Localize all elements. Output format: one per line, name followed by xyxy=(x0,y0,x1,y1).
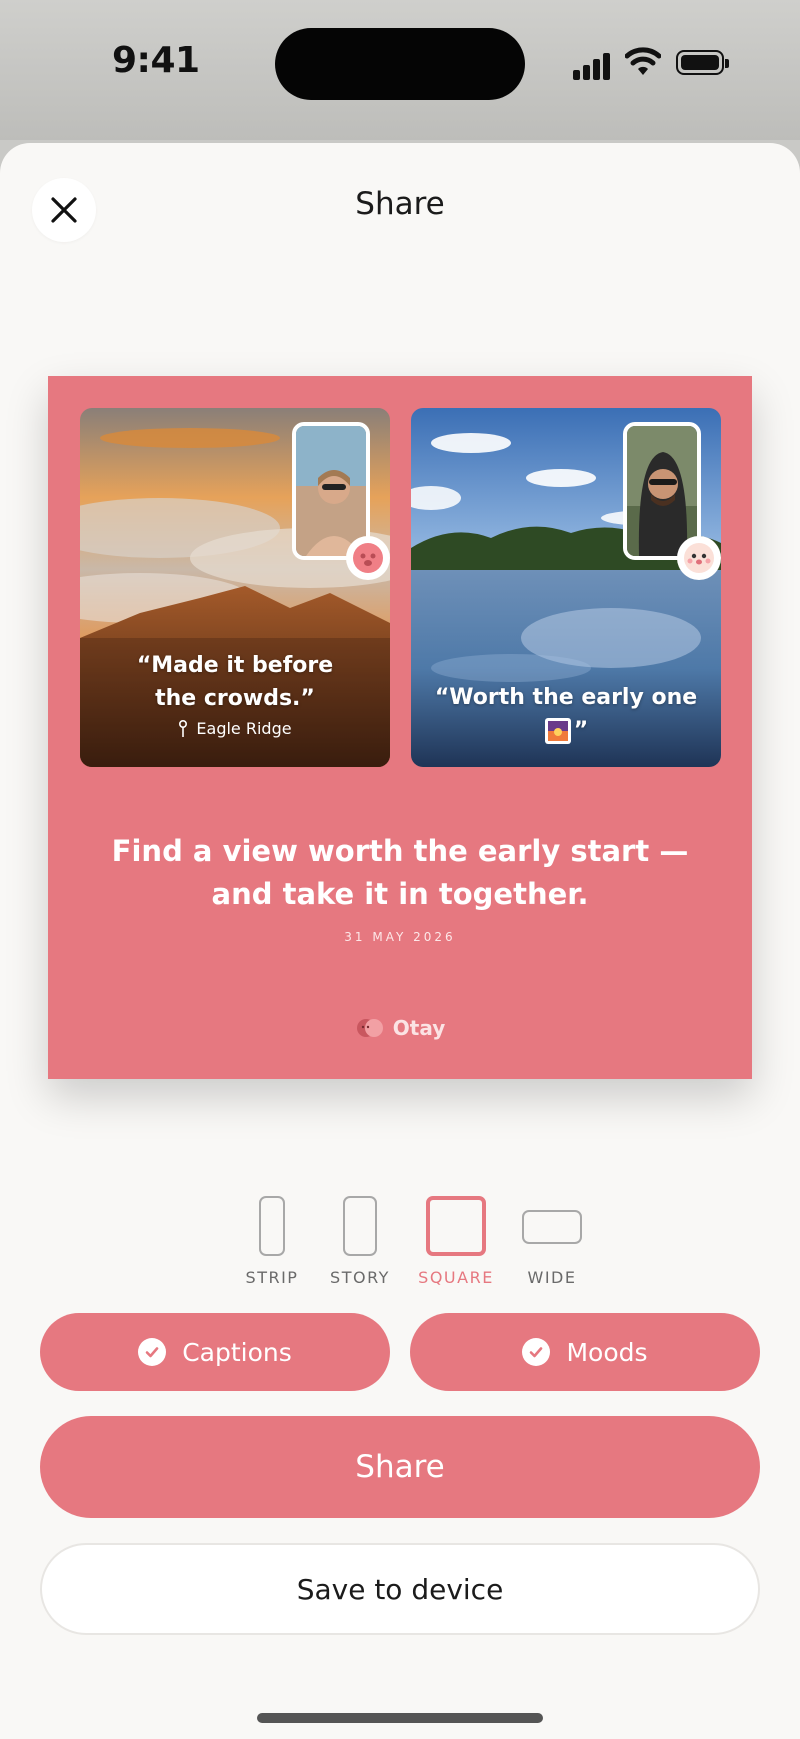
story-format-icon xyxy=(343,1196,377,1256)
home-indicator[interactable] xyxy=(257,1713,543,1723)
check-icon xyxy=(138,1338,167,1366)
photo-caption: “Worth the early one ” xyxy=(411,681,721,747)
format-selector: STRIP STORY SQUARE WIDE xyxy=(224,1190,582,1290)
share-date: 31 MAY 2026 xyxy=(344,930,456,944)
caption-line: “Worth the early one xyxy=(434,685,698,710)
cellular-signal-icon xyxy=(573,50,613,80)
page-title: Share xyxy=(355,186,445,222)
format-label: STORY xyxy=(330,1268,390,1287)
sunrise-emoji-icon xyxy=(544,717,571,744)
wide-format-icon xyxy=(522,1210,582,1244)
format-option-story[interactable]: STORY xyxy=(312,1190,408,1287)
location-label: Eagle Ridge xyxy=(80,719,390,738)
format-label: STRIP xyxy=(245,1268,299,1287)
wifi-icon xyxy=(625,47,661,75)
share-headline: Find a view worth the early start — and … xyxy=(111,834,689,911)
status-time: 9:41 xyxy=(112,40,200,81)
share-preview-card: “Made it before the crowds.” Eagle Ridge xyxy=(48,376,752,1079)
format-option-wide[interactable]: WIDE xyxy=(504,1190,600,1287)
location-text: Eagle Ridge xyxy=(196,719,292,738)
photo-caption: “Made it before the crowds.” xyxy=(80,649,390,715)
location-pin-icon xyxy=(179,719,188,737)
caption-quote-mark: ” xyxy=(573,718,589,743)
square-format-icon xyxy=(426,1196,486,1256)
save-to-device-button[interactable]: Save to device xyxy=(40,1543,760,1635)
brand-watermark: Otay xyxy=(48,1016,752,1040)
moods-label: Moods xyxy=(566,1337,648,1367)
check-icon xyxy=(522,1338,551,1366)
caption-line: ” xyxy=(411,714,721,747)
share-button[interactable]: Share xyxy=(40,1416,760,1518)
photo-card-lake: “Worth the early one ” xyxy=(411,408,721,767)
format-option-square[interactable]: SQUARE xyxy=(408,1190,504,1287)
mood-badge-icon xyxy=(677,536,721,580)
format-label: SQUARE xyxy=(418,1268,494,1287)
photo-card-mountain: “Made it before the crowds.” Eagle Ridge xyxy=(80,408,390,767)
strip-format-icon xyxy=(259,1196,285,1256)
otay-logo-icon xyxy=(356,1019,383,1037)
moods-toggle[interactable]: Moods xyxy=(410,1313,760,1391)
format-label: WIDE xyxy=(527,1268,577,1287)
brand-name: Otay xyxy=(392,1016,446,1040)
dynamic-island xyxy=(275,28,525,100)
caption-line: “Made it before xyxy=(136,653,334,678)
caption-line: the crowds.” xyxy=(155,686,315,711)
battery-icon xyxy=(676,50,729,75)
mood-badge-icon xyxy=(346,536,390,580)
captions-label: Captions xyxy=(182,1337,292,1367)
status-bar: 9:41 xyxy=(0,0,800,140)
format-option-strip[interactable]: STRIP xyxy=(224,1190,320,1287)
captions-toggle[interactable]: Captions xyxy=(40,1313,390,1391)
